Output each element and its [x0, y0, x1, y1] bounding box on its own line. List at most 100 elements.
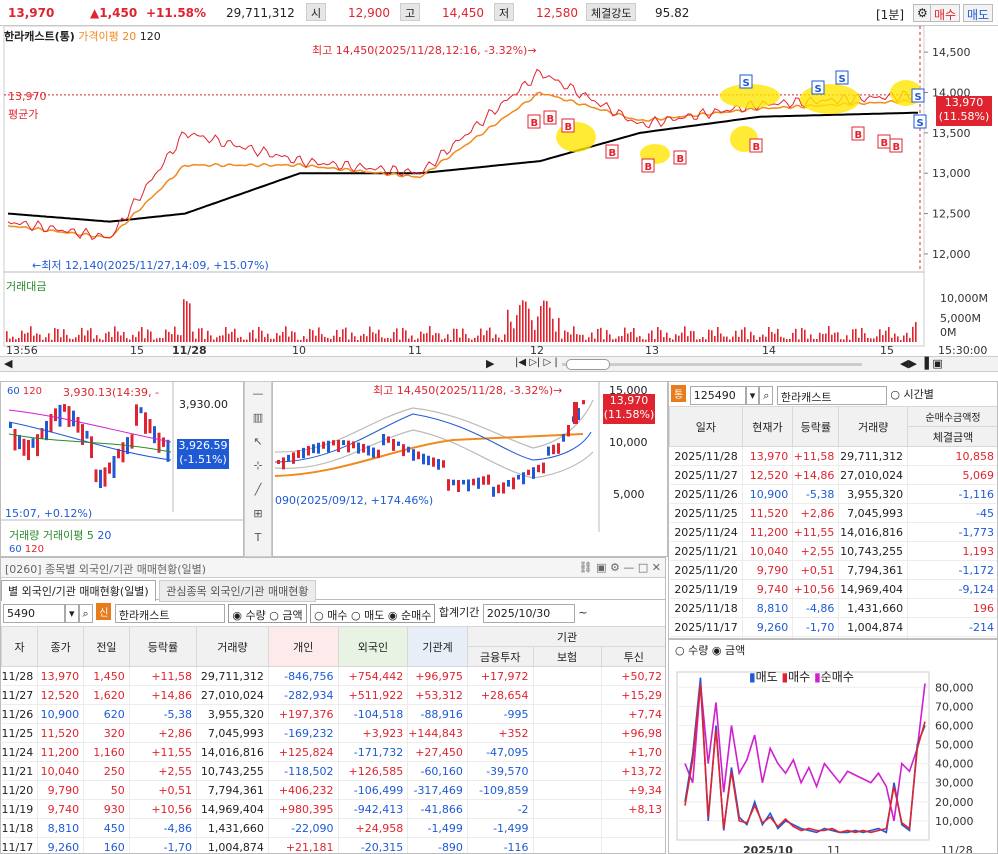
- daily-dropdown-icon[interactable]: ▾: [745, 385, 760, 405]
- daily-row[interactable]: 2025/11/20 9,790 +0,51 7,794,361 -1,172: [669, 560, 997, 580]
- x-tick-label: 10: [292, 344, 306, 356]
- radio-amt[interactable]: ○ 금액: [269, 609, 302, 622]
- radio-qty[interactable]: ◉ 수량: [232, 609, 265, 622]
- close-icon[interactable]: ✕: [652, 561, 661, 574]
- investor-row[interactable]: 11/19 9,740 930 +10,56 14,969,404 +980,395 -94…: [1, 799, 665, 819]
- scroll-left-icon[interactable]: ◀: [4, 357, 12, 370]
- mid-candle: [542, 462, 545, 474]
- radio-time[interactable]: ○ 시간별: [890, 388, 933, 401]
- zoom-slider-handle[interactable]: [566, 359, 610, 370]
- volume-bar: [240, 336, 242, 342]
- volume-bar: [108, 331, 110, 342]
- code-input[interactable]: 5490: [3, 603, 65, 623]
- volume-bar: [537, 316, 539, 342]
- daily-search-icon[interactable]: ⌕: [759, 385, 774, 405]
- volume-bar: [771, 331, 773, 342]
- volume-bar: [582, 334, 584, 342]
- main-price-chart[interactable]: 14,500 14,000 13,500 13,000 12,500 12,000 10,0…: [0, 26, 998, 372]
- investor-row[interactable]: 11/27 12,520 1,620 +14,86 27,010,024 -282,934…: [1, 685, 665, 705]
- tab-daily-investor[interactable]: 별 외국인/기관 매매현황(일별): [1, 580, 156, 601]
- link-icon[interactable]: ⛓: [579, 561, 593, 574]
- volume-bar: [822, 333, 824, 342]
- date-input[interactable]: 2025/10/30: [482, 603, 575, 623]
- text-tool-icon[interactable]: T: [245, 526, 271, 550]
- investor-row[interactable]: 11/28 13,970 1,450 +11,58 29,711,312 -846,756…: [1, 666, 665, 686]
- code-dropdown-icon[interactable]: ▾: [65, 603, 79, 623]
- scroll-right-icon[interactable]: ▶: [486, 357, 494, 370]
- investor-row[interactable]: 11/20 9,790 50 +0,51 7,794,361 +406,232 -106,4…: [1, 780, 665, 800]
- daily-row[interactable]: 2025/11/19 9,740 +10,56 14,969,404 -9,124: [669, 579, 997, 599]
- volume-bar: [879, 329, 881, 342]
- investor-cell: 9,740: [37, 799, 85, 819]
- investor-cell: [533, 742, 602, 762]
- volume-bar: [453, 328, 455, 342]
- index-mini-chart[interactable]: 60 120 3,930.13(14:39, - 3,930.00 3,926.…: [0, 381, 244, 557]
- chart-tool-icon[interactable]: ▥: [245, 406, 271, 430]
- minimize-icon[interactable]: —: [623, 561, 634, 574]
- play-prev-icon[interactable]: |◀ ▷| ▷ |: [515, 357, 558, 368]
- daily-row[interactable]: 2025/11/25 11,520 +2,86 7,045,993 -45: [669, 503, 997, 523]
- daily-cell: 29,711,312: [838, 446, 909, 466]
- investor-row[interactable]: 11/25 11,520 320 +2,86 7,045,993 -169,232 +3,9…: [1, 723, 665, 743]
- net-tick-label: 60,000: [935, 719, 974, 732]
- toolbar-icons: — ▥ ↖ ⊹ ╱ ⊞ T: [245, 382, 271, 550]
- daily-row[interactable]: 2025/11/26 10,900 -5,38 3,955,320 -1,116: [669, 484, 997, 504]
- daily-cell: 13,970: [742, 446, 794, 466]
- radio-net[interactable]: ◉ 순매수: [388, 609, 431, 622]
- sell-button[interactable]: 매도: [963, 4, 994, 22]
- volume-bar: [804, 329, 806, 342]
- window-gear-icon[interactable]: ⚙: [610, 561, 620, 574]
- trendline-tool-icon[interactable]: ╱: [245, 478, 271, 502]
- chart-scrollbar[interactable]: ◀ ▶ |◀ ▷| ▷ | ◀▶ ▐ ▣: [0, 356, 998, 372]
- mid-candle: [292, 452, 295, 464]
- volume-bar: [468, 338, 470, 342]
- radio-net-amt[interactable]: ◉ 금액: [712, 644, 745, 657]
- daily-row[interactable]: 2025/11/27 12,520 +14,86 27,010,024 5,069: [669, 465, 997, 485]
- investor-row[interactable]: 11/26 10,900 620 -5,38 3,955,320 +197,376 -104…: [1, 704, 665, 724]
- daily-row[interactable]: 2025/11/18 8,810 -4,86 1,431,660 196: [669, 598, 997, 618]
- stock-name-field[interactable]: 한라캐스트: [114, 603, 225, 623]
- investor-row[interactable]: 11/17 9,260 160 -1,70 1,004,874 +21,181 -20,31…: [1, 837, 665, 853]
- daily-code-input[interactable]: 125490: [689, 385, 746, 405]
- daily-stock-name[interactable]: 한라캐스트: [776, 385, 887, 405]
- maximize-icon[interactable]: □: [638, 561, 648, 574]
- volume-amount-label: 거래대금: [6, 280, 47, 293]
- net-buy-chart-panel[interactable]: ○ 수량 ◉ 금액 80,000 70,000 60,000 50,000 40,000…: [668, 639, 998, 854]
- fibo-tool-icon[interactable]: ⊞: [245, 502, 271, 526]
- daily-cell: 2025/11/20: [669, 560, 743, 580]
- investor-cell: 930: [83, 799, 130, 819]
- crosshair-tool-icon[interactable]: ⊹: [245, 454, 271, 478]
- buy-button[interactable]: 매수: [930, 4, 961, 22]
- daily-row[interactable]: 2025/11/28 13,970 +11,58 29,711,312 10,858: [669, 446, 997, 466]
- volume-bar: [267, 333, 269, 342]
- tab-watchlist-investor[interactable]: 관심종목 외국인/기관 매매현황: [159, 580, 316, 602]
- radio-sell[interactable]: ○ 매도: [351, 609, 384, 622]
- camera-icon[interactable]: ▣: [596, 561, 606, 574]
- volume-bar: [129, 339, 131, 342]
- investor-row[interactable]: 11/18 8,810 450 -4,86 1,431,660 -22,090 +24,95…: [1, 818, 665, 838]
- mid-candle: [277, 460, 280, 464]
- investor-cell: 250: [83, 761, 130, 781]
- volume-bar: [852, 329, 854, 342]
- radio-buy[interactable]: ○ 매수: [314, 609, 347, 622]
- volume-bar: [87, 330, 89, 342]
- investor-row[interactable]: 11/21 10,040 250 +2,55 10,743,255 -118,502 +12…: [1, 761, 665, 781]
- daily-row[interactable]: 2025/11/24 11,200 +11,55 14,016,816 -1,773: [669, 522, 997, 542]
- cursor-tool-icon[interactable]: ↖: [245, 430, 271, 454]
- left-candle: [18, 434, 21, 450]
- volume-bar: [426, 333, 428, 342]
- settings-gear-icon[interactable]: ⚙: [913, 4, 932, 22]
- daily-row[interactable]: 2025/11/21 10,040 +2,55 10,743,255 1,193: [669, 541, 997, 561]
- investor-row[interactable]: 11/24 11,200 1,160 +11,55 14,016,816 +125,824…: [1, 742, 665, 762]
- search-icon[interactable]: ⌕: [78, 603, 93, 623]
- scroll-end-icon[interactable]: ◀▶ ▐ ▣: [900, 357, 943, 370]
- left-candle: [22, 438, 26, 456]
- daily-row[interactable]: 2025/11/17 9,260 -1,70 1,004,874 -214: [669, 617, 997, 637]
- interval-label[interactable]: [1분]: [876, 6, 904, 23]
- y-tick-label: 13,000: [932, 167, 971, 180]
- investor-cell: 160: [83, 837, 130, 853]
- toolbar-collapse-icon[interactable]: —: [245, 382, 271, 406]
- daily-price-chart[interactable]: 최고 14,450(2025/11/28, -3.32%)→ 090(2025/…: [272, 381, 668, 557]
- radio-net-qty[interactable]: ○ 수량: [675, 644, 708, 657]
- quote-bar: 13,970 ▲1,450 +11.58% 29,711,312 시 12,90…: [0, 0, 998, 26]
